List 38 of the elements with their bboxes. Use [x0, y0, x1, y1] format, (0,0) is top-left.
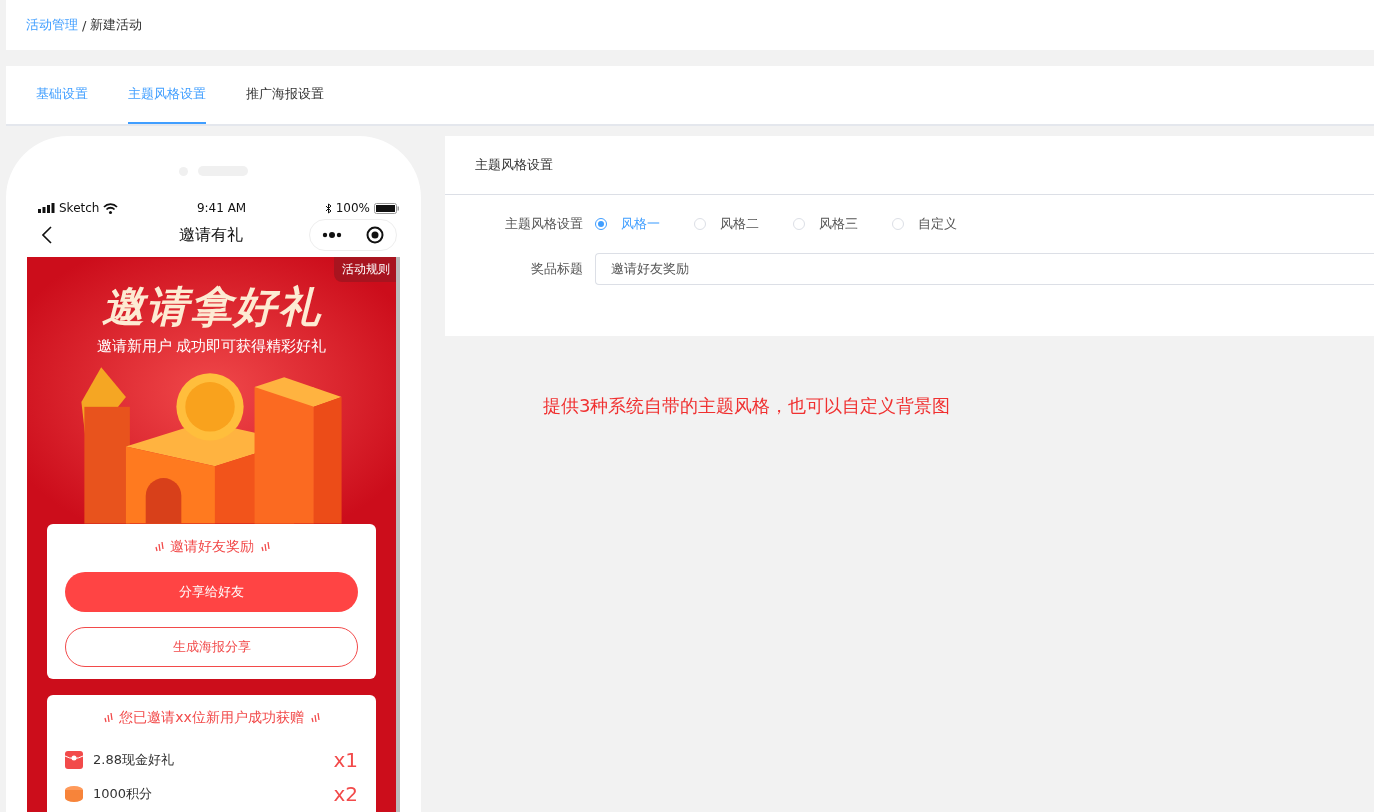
hero-title: 邀请拿好礼: [100, 281, 323, 333]
coin-icon: [65, 785, 83, 803]
rules-badge[interactable]: 活动规则: [334, 257, 396, 282]
poster-button[interactable]: 生成海报分享: [65, 627, 358, 667]
radio-option[interactable]: 风格二: [694, 215, 759, 233]
carrier-name: Sketch: [59, 201, 100, 215]
breadcrumb-separator: /: [82, 17, 87, 33]
radio-option[interactable]: 风格三: [793, 215, 858, 233]
panel-title: 主题风格设置: [445, 136, 1374, 195]
bluetooth-icon: [324, 202, 332, 214]
page-title: 邀请有礼: [177, 224, 244, 246]
envelope-icon: [65, 751, 83, 769]
card-title: 您已邀请xx位新用户成功获赠: [119, 709, 304, 727]
target-icon: [366, 226, 384, 244]
battery-percent: 100%: [335, 201, 370, 215]
breadcrumb-current: 新建活动: [90, 16, 143, 34]
back-icon: [42, 226, 52, 244]
sparkle-icon: [259, 541, 270, 553]
hint-text: 提供3种系统自带的主题风格，也可以自定义背景图: [543, 394, 952, 418]
hero-subtitle: 邀请新用户 成功即可获得精彩好礼: [95, 337, 328, 356]
wifi-icon: [103, 202, 119, 214]
card-title: 邀请好友奖励: [169, 538, 254, 556]
signal-icon: [38, 203, 55, 213]
input-field[interactable]: 邀请好友奖励: [595, 253, 1374, 285]
sparkle-icon: [103, 712, 114, 724]
radio-option[interactable]: 自定义: [892, 215, 957, 233]
battery-icon: [374, 202, 399, 214]
reward-count: x1: [333, 748, 358, 772]
status-time: 9:41 AM: [196, 201, 247, 215]
sparkle-icon: [309, 712, 320, 724]
reward-name: 1000积分: [93, 785, 154, 803]
reward-name: 2.88现金好礼: [93, 751, 175, 769]
sparkle-icon: [153, 541, 164, 553]
more-icon: [322, 232, 342, 238]
field-label: 奖品标题: [530, 260, 584, 278]
tab[interactable]: 推广海报设置: [246, 66, 324, 124]
reward-count: x2: [333, 782, 358, 806]
field-label: 主题风格设置: [504, 215, 584, 233]
